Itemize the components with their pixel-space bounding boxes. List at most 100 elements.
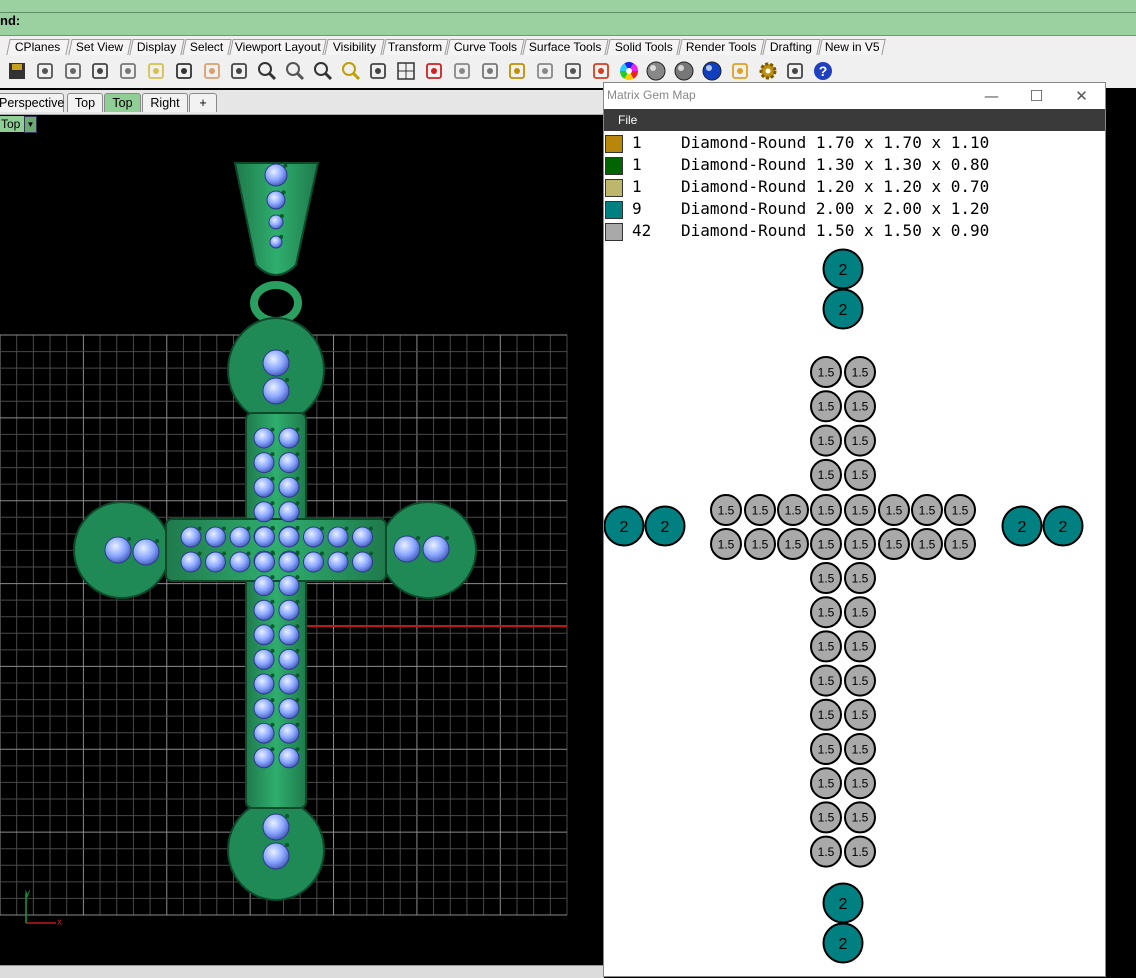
viewport-tab-top[interactable]: Top: [67, 93, 103, 112]
svg-text:1.5: 1.5: [852, 674, 869, 688]
toolbar-tab-curve-tools[interactable]: Curve Tools: [446, 39, 525, 55]
four-viewports-icon[interactable]: [395, 60, 417, 82]
command-bar[interactable]: nd:: [0, 0, 1136, 36]
toolbar-tab-display[interactable]: Display: [129, 39, 185, 55]
svg-text:1.5: 1.5: [852, 708, 869, 722]
gear-icon[interactable]: [757, 60, 779, 82]
small-gem: 1.5: [844, 390, 876, 423]
move-cross-icon[interactable]: [228, 60, 250, 82]
svg-text:1.5: 1.5: [852, 434, 869, 448]
cross-pendant-model[interactable]: [73, 162, 477, 901]
light-bulb-icon[interactable]: [534, 60, 556, 82]
toolbar-tab-label: Transform: [388, 40, 443, 54]
lock-icon[interactable]: [562, 60, 584, 82]
small-gem: 1.5: [844, 801, 876, 834]
zoom-selected-icon[interactable]: [340, 60, 362, 82]
copy-icon[interactable]: [117, 60, 139, 82]
zoom-extents-icon[interactable]: [312, 60, 334, 82]
small-gem: 1.5: [810, 801, 842, 834]
zoom-window-icon[interactable]: [256, 60, 278, 82]
small-gem: 1.5: [810, 767, 842, 800]
small-gem: 1.5: [944, 494, 976, 526]
print-icon[interactable]: [34, 60, 56, 82]
save-icon[interactable]: [6, 60, 28, 82]
svg-text:1.5: 1.5: [818, 434, 835, 448]
render-sphere-icon[interactable]: [645, 60, 667, 82]
gem-map-window[interactable]: Matrix Gem Map — ☐ ✕ File 1 Diamond-Round…: [603, 82, 1106, 977]
svg-text:1.5: 1.5: [818, 708, 835, 722]
large-gem: 2: [1001, 505, 1043, 547]
small-gem: 1.5: [710, 494, 742, 526]
svg-text:2: 2: [839, 302, 848, 319]
large-gem: 2: [822, 248, 864, 290]
toolbar-tab-transform[interactable]: Transform: [382, 39, 449, 55]
svg-text:1.5: 1.5: [818, 606, 835, 620]
layer-icon[interactable]: [590, 60, 612, 82]
command-prompt[interactable]: nd:: [0, 13, 20, 28]
svg-text:1.5: 1.5: [952, 503, 969, 517]
toolbar-tab-label: Curve Tools: [453, 40, 517, 54]
rotate-view-icon[interactable]: [367, 60, 389, 82]
svg-text:1.5: 1.5: [752, 537, 769, 551]
top-viewport[interactable]: xy Top ▼: [0, 115, 604, 965]
toolbar-tab-cplanes[interactable]: CPlanes: [6, 39, 70, 55]
svg-text:2: 2: [1059, 519, 1068, 536]
small-gem: 1.5: [810, 494, 842, 526]
paste-icon[interactable]: [145, 60, 167, 82]
toolbar-tab-drafting[interactable]: Drafting: [762, 39, 821, 55]
grid-snap-icon[interactable]: [784, 60, 806, 82]
viewport-tab-top-active[interactable]: Top: [104, 93, 141, 112]
shaded-sphere-icon[interactable]: [673, 60, 695, 82]
help-icon[interactable]: ?: [812, 60, 834, 82]
viewport-menu-dropdown-icon[interactable]: ▼: [24, 116, 37, 133]
select-icon[interactable]: [506, 60, 528, 82]
world-axes-icon: xy: [25, 888, 62, 928]
toolbar-tab-viewport-layout[interactable]: Viewport Layout: [229, 39, 327, 55]
toolbar-tab-select[interactable]: Select: [182, 39, 232, 55]
viewport-tab-perspective[interactable]: Perspective: [0, 93, 64, 112]
svg-text:1.5: 1.5: [852, 571, 869, 585]
toolbar-tab-solid-tools[interactable]: Solid Tools: [606, 39, 681, 55]
small-gem: 1.5: [844, 698, 876, 731]
svg-text:1.5: 1.5: [718, 537, 735, 551]
hide-eye-icon[interactable]: [451, 60, 473, 82]
copy-properties-icon[interactable]: [62, 60, 84, 82]
small-gem: 1.5: [844, 630, 876, 663]
svg-text:1.5: 1.5: [852, 537, 869, 551]
small-gem: 1.5: [744, 494, 776, 526]
add-viewport-tab-button[interactable]: +: [189, 93, 217, 112]
render-cone-icon[interactable]: [729, 60, 751, 82]
toolbar-tab-surface-tools[interactable]: Surface Tools: [522, 39, 609, 55]
small-gem: 1.5: [844, 664, 876, 697]
small-gem: 1.5: [844, 528, 876, 560]
svg-text:?: ?: [819, 63, 828, 79]
svg-text:2: 2: [839, 262, 848, 279]
small-gem: 1.5: [844, 356, 876, 388]
cut-icon[interactable]: [89, 60, 111, 82]
color-wheel-icon[interactable]: [618, 60, 640, 82]
small-gem: 1.5: [844, 596, 876, 629]
show-circle-icon[interactable]: [479, 60, 501, 82]
viewport-canvas[interactable]: xy: [0, 115, 604, 965]
blue-sphere-icon[interactable]: [701, 60, 723, 82]
gem-map-canvas: 2 2 2 2 2 2 2 2 1.5 1.5 1.5 1.5 1.5 1.5 1.5 1.5 1.5 1.5 1.…: [604, 248, 1084, 964]
pan-hand-icon[interactable]: [201, 60, 223, 82]
zoom-dynamic-icon[interactable]: [284, 60, 306, 82]
toolbar-tab-label: Surface Tools: [529, 40, 602, 54]
toolbar-tab-set-view[interactable]: Set View: [68, 39, 132, 55]
toolbar-tab-new-in-v5[interactable]: New in V5: [818, 39, 886, 55]
svg-text:1.5: 1.5: [852, 503, 869, 517]
toolbar-tab-visibility[interactable]: Visibility: [324, 39, 385, 55]
svg-text:1.5: 1.5: [852, 400, 869, 414]
car-icon[interactable]: [423, 60, 445, 82]
viewport-tab-right[interactable]: Right: [142, 93, 188, 112]
svg-text:1.5: 1.5: [818, 742, 835, 756]
toolbar-tab-render-tools[interactable]: Render Tools: [678, 39, 765, 55]
small-gem: 1.5: [844, 424, 876, 457]
small-gem: 1.5: [810, 630, 842, 663]
viewport-tab-row: Perspective Top Top Right +: [0, 90, 604, 115]
small-gem: 1.5: [810, 596, 842, 629]
undo-icon[interactable]: [173, 60, 195, 82]
viewport-label[interactable]: Top: [0, 116, 27, 132]
small-gem: 1.5: [878, 494, 910, 526]
